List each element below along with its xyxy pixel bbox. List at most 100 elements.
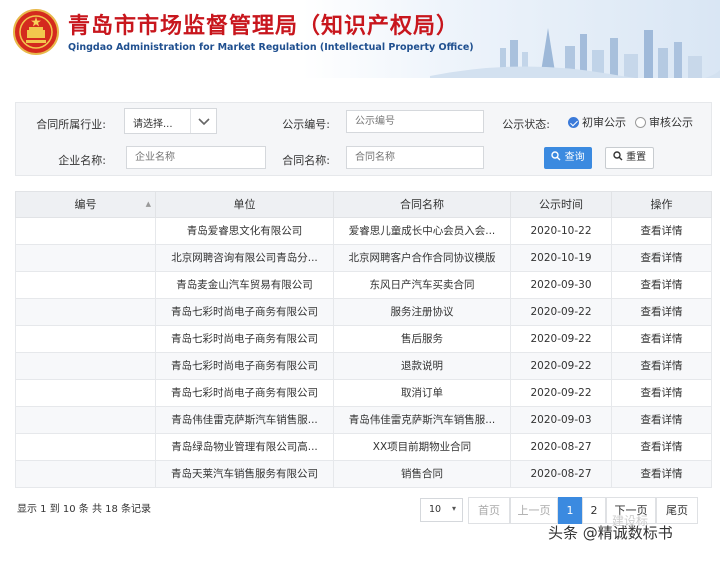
view-details-link[interactable]: 查看详情 <box>612 299 711 325</box>
contract-input[interactable] <box>346 146 484 169</box>
national-emblem-icon <box>13 9 59 55</box>
column-header-no[interactable]: 编号 ▲ <box>16 192 156 217</box>
search-icon <box>551 151 561 161</box>
cell-no <box>16 299 156 325</box>
cell-no <box>16 218 156 244</box>
view-details-link[interactable]: 查看详情 <box>612 272 711 298</box>
table-row: 北京网聘咨询有限公司青岛分... 北京网聘客户合作合同协议模版 2020-10-19… <box>15 245 712 272</box>
site-title: 青岛市市场监督管理局（知识产权局） <box>68 14 460 39</box>
status-option-review-label: 审核公示 <box>649 116 693 129</box>
chevron-down-icon: ▾ <box>451 504 456 513</box>
search-icon <box>613 151 623 161</box>
column-header-contract: 合同名称 <box>334 192 511 217</box>
watermark-text: 头条 @精诚数标书 <box>548 524 673 542</box>
status-label: 公示状态: <box>502 118 550 131</box>
radio-checked-icon <box>568 117 579 128</box>
query-button[interactable]: 查询 <box>544 147 592 169</box>
cell-contract: 销售合同 <box>334 461 511 487</box>
table-row: 青岛七彩时尚电子商务有限公司 取消订单 2020-09-22 查看详情 <box>15 380 712 407</box>
cell-company: 青岛七彩时尚电子商务有限公司 <box>156 299 334 325</box>
table-row: 青岛天莱汽车销售服务有限公司 销售合同 2020-08-27 查看详情 <box>15 461 712 488</box>
notice-no-input[interactable] <box>346 110 484 133</box>
notice-table: 编号 ▲ 单位 合同名称 公示时间 操作 青岛爱睿思文化有限公司 爱睿思儿童成长中心… <box>15 191 712 488</box>
contract-label: 合同名称: <box>282 154 330 167</box>
cell-date: 2020-09-22 <box>511 353 612 379</box>
column-header-action: 操作 <box>650 198 673 211</box>
cell-no <box>16 407 156 433</box>
industry-label: 合同所属行业: <box>36 118 106 131</box>
cell-company: 青岛天莱汽车销售服务有限公司 <box>156 461 334 487</box>
table-row: 青岛七彩时尚电子商务有限公司 退款说明 2020-09-22 查看详情 <box>15 353 712 380</box>
site-header: 青岛市市场监督管理局（知识产权局） Qingdao Administration… <box>0 0 720 78</box>
cell-no <box>16 245 156 271</box>
view-details-link[interactable]: 查看详情 <box>612 326 711 352</box>
cell-company: 青岛伟佳雷克萨斯汽车销售服... <box>156 407 334 433</box>
view-details-link[interactable]: 查看详情 <box>612 407 711 433</box>
view-details-link[interactable]: 查看详情 <box>612 380 711 406</box>
cell-no <box>16 326 156 352</box>
notice-no-label: 公示编号: <box>282 118 330 131</box>
sort-arrow-icon: ▲ <box>145 200 151 208</box>
cell-date: 2020-09-22 <box>511 326 612 352</box>
cell-contract: 售后服务 <box>334 326 511 352</box>
cell-date: 2020-09-30 <box>511 272 612 298</box>
status-radio-initial[interactable]: 初审公示 <box>568 114 626 130</box>
prev-page-button[interactable]: 上一页 <box>510 497 558 524</box>
cell-date: 2020-08-27 <box>511 434 612 460</box>
table-row: 青岛七彩时尚电子商务有限公司 服务注册协议 2020-09-22 查看详情 <box>15 299 712 326</box>
view-details-link[interactable]: 查看详情 <box>612 245 711 271</box>
cell-company: 青岛爱睿思文化有限公司 <box>156 218 334 244</box>
cell-no <box>16 461 156 487</box>
column-header-no-label: 编号 <box>74 198 97 211</box>
table-row: 青岛伟佳雷克萨斯汽车销售服... 青岛伟佳雷克萨斯汽车销售服... 2020-09-… <box>15 407 712 434</box>
cell-company: 青岛七彩时尚电子商务有限公司 <box>156 326 334 352</box>
view-details-link[interactable]: 查看详情 <box>612 461 711 487</box>
cell-company: 青岛七彩时尚电子商务有限公司 <box>156 380 334 406</box>
cell-contract: 退款说明 <box>334 353 511 379</box>
table-row: 青岛七彩时尚电子商务有限公司 售后服务 2020-09-22 查看详情 <box>15 326 712 353</box>
cell-contract: 东风日产汽车买卖合同 <box>334 272 511 298</box>
page-size-value: 10 <box>429 504 442 515</box>
record-summary: 显示 1 到 10 条 共 18 条记录 <box>17 504 152 515</box>
cell-company: 北京网聘咨询有限公司青岛分... <box>156 245 334 271</box>
column-header-date: 公示时间 <box>511 192 612 217</box>
page-size-select[interactable]: 10 ▾ <box>420 498 463 522</box>
site-subtitle: Qingdao Administration for Market Regula… <box>68 42 474 53</box>
cell-no <box>16 380 156 406</box>
industry-select-value: 请选择... <box>133 119 173 130</box>
cell-contract: 北京网聘客户合作合同协议模版 <box>334 245 511 271</box>
cell-company: 青岛绿岛物业管理有限公司高... <box>156 434 334 460</box>
status-option-initial-label: 初审公示 <box>582 116 626 129</box>
table-row: 青岛绿岛物业管理有限公司高... XX项目前期物业合同 2020-08-27 查看详情 <box>15 434 712 461</box>
industry-select[interactable]: 请选择... <box>124 108 217 134</box>
cell-contract: 取消订单 <box>334 380 511 406</box>
reset-button[interactable]: 重置 <box>605 147 654 169</box>
cell-date: 2020-09-22 <box>511 299 612 325</box>
view-details-link[interactable]: 查看详情 <box>612 353 711 379</box>
page-2-button[interactable]: 2 <box>582 497 606 524</box>
page-1-button[interactable]: 1 <box>558 497 582 524</box>
status-radio-review[interactable]: 审核公示 <box>635 114 693 130</box>
cell-no <box>16 434 156 460</box>
cell-contract: XX项目前期物业合同 <box>334 434 511 460</box>
reset-button-label: 重置 <box>626 152 647 163</box>
cell-no <box>16 353 156 379</box>
table-row: 青岛爱睿思文化有限公司 爱睿思儿童成长中心会员入会... 2020-10-22 查看详… <box>15 218 712 245</box>
cell-date: 2020-08-27 <box>511 461 612 487</box>
cell-date: 2020-09-22 <box>511 380 612 406</box>
cell-contract: 服务注册协议 <box>334 299 511 325</box>
cell-date: 2020-09-03 <box>511 407 612 433</box>
first-page-button[interactable]: 首页 <box>468 497 510 524</box>
view-details-link[interactable]: 查看详情 <box>612 434 711 460</box>
table-row: 青岛麦金山汽车贸易有限公司 东风日产汽车买卖合同 2020-09-30 查看详情 <box>15 272 712 299</box>
table-header: 编号 ▲ 单位 合同名称 公示时间 操作 <box>15 191 712 218</box>
cell-company: 青岛麦金山汽车贸易有限公司 <box>156 272 334 298</box>
last-page-button[interactable]: 尾页 <box>656 497 698 524</box>
column-header-company: 单位 <box>156 192 334 217</box>
city-skyline-graphic <box>430 28 720 78</box>
table-body: 青岛爱睿思文化有限公司 爱睿思儿童成长中心会员入会... 2020-10-22 查看详… <box>15 218 712 488</box>
view-details-link[interactable]: 查看详情 <box>612 218 711 244</box>
cell-contract: 青岛伟佳雷克萨斯汽车销售服... <box>334 407 511 433</box>
company-input[interactable] <box>126 146 266 169</box>
chevron-down-icon <box>190 109 216 133</box>
